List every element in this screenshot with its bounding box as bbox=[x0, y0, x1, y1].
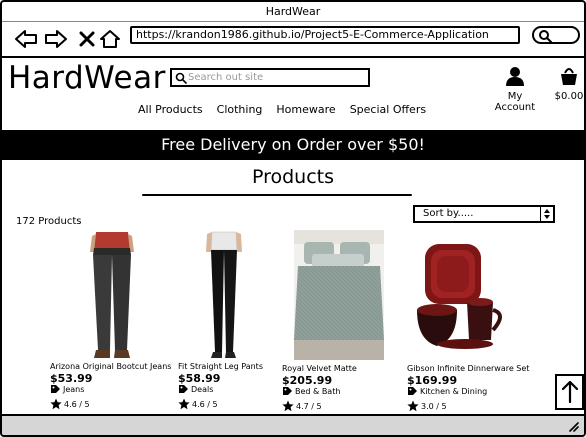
product-image[interactable] bbox=[294, 230, 384, 360]
product-image[interactable] bbox=[204, 230, 244, 360]
search-icon bbox=[539, 30, 552, 43]
product-image[interactable] bbox=[415, 240, 511, 352]
product-name[interactable]: Gibson Infinite Dinnerware Set bbox=[407, 364, 529, 373]
star-icon bbox=[178, 398, 190, 410]
product-rating-value: 4.6 / 5 bbox=[64, 399, 90, 409]
back-arrow-icon[interactable] bbox=[14, 27, 38, 51]
menu-item-homeware[interactable]: Homeware bbox=[276, 103, 335, 116]
forward-arrow-icon[interactable] bbox=[44, 27, 68, 51]
product-category: Kitchen & Dining bbox=[407, 386, 487, 396]
sort-select-value: Sort by..... bbox=[423, 208, 474, 219]
window-title: HardWear bbox=[2, 2, 584, 22]
page-title: Products bbox=[251, 166, 335, 188]
product-rating: 4.6 / 5 bbox=[50, 398, 90, 410]
product-rating-value: 4.7 / 5 bbox=[296, 401, 322, 411]
product-rating: 4.6 / 5 bbox=[178, 398, 218, 410]
product-image[interactable] bbox=[86, 230, 138, 360]
address-bar[interactable]: https://krandon1986.github.io/Project5-E… bbox=[130, 26, 520, 44]
product-name[interactable]: Arizona Original Bootcut Jeans bbox=[50, 362, 171, 371]
browser-status-bar bbox=[2, 414, 584, 435]
star-icon bbox=[282, 400, 294, 412]
product-category: Bed & Bath bbox=[282, 386, 340, 396]
product-rating-value: 3.0 / 5 bbox=[421, 401, 447, 411]
product-name[interactable]: Fit Straight Leg Pants bbox=[178, 362, 263, 371]
product-category-label: Jeans bbox=[63, 384, 85, 394]
product-rating-value: 4.6 / 5 bbox=[192, 399, 218, 409]
product-category: Jeans bbox=[50, 384, 84, 394]
tag-icon bbox=[408, 387, 417, 395]
my-account-label: My Account bbox=[494, 91, 536, 113]
tag-icon bbox=[179, 385, 188, 393]
product-category-label: Deals bbox=[191, 384, 214, 394]
star-icon bbox=[50, 398, 62, 410]
shopping-basket-icon bbox=[561, 68, 577, 85]
menu-item-special-offers[interactable]: Special Offers bbox=[350, 103, 426, 116]
promo-banner: Free Delivery on Order over $50! bbox=[2, 130, 584, 160]
product-rating: 3.0 / 5 bbox=[407, 400, 447, 412]
my-account-link[interactable]: My Account bbox=[486, 66, 544, 113]
product-name[interactable]: Royal Velvet Matte bbox=[282, 364, 357, 373]
product-category-label: Bed & Bath bbox=[295, 386, 341, 396]
tag-icon bbox=[283, 387, 292, 395]
search-icon bbox=[175, 72, 187, 84]
product-category-label: Kitchen & Dining bbox=[420, 386, 488, 396]
user-icon bbox=[506, 67, 524, 86]
home-icon[interactable] bbox=[98, 27, 122, 51]
stop-icon[interactable] bbox=[75, 27, 99, 51]
cart-link[interactable]: $0.00 bbox=[553, 66, 584, 102]
sort-stepper-icon bbox=[540, 207, 553, 221]
site-search-input[interactable] bbox=[188, 70, 366, 85]
arrow-up-icon bbox=[561, 380, 578, 404]
title-divider bbox=[142, 194, 412, 196]
site-search-box[interactable] bbox=[170, 68, 370, 87]
resize-grip-icon[interactable] bbox=[568, 422, 580, 432]
cart-total: $0.00 bbox=[554, 91, 584, 102]
browser-window: HardWear https://krandon1986.github.io/P… bbox=[0, 0, 586, 437]
site-logo[interactable]: HardWear bbox=[8, 60, 166, 96]
menu-item-clothing[interactable]: Clothing bbox=[217, 103, 263, 116]
product-category: Deals bbox=[178, 384, 213, 394]
menu-item-all-products[interactable]: All Products bbox=[138, 103, 203, 116]
star-icon bbox=[407, 400, 419, 412]
product-count: 172 Products bbox=[16, 216, 82, 227]
sort-select[interactable]: Sort by..... bbox=[413, 205, 555, 223]
main-menu: All Products Clothing Homeware Special O… bbox=[138, 103, 426, 116]
product-rating: 4.7 / 5 bbox=[282, 400, 322, 412]
tag-icon bbox=[51, 385, 60, 393]
scroll-to-top-button[interactable] bbox=[555, 374, 584, 410]
browser-search-box[interactable] bbox=[532, 26, 580, 44]
